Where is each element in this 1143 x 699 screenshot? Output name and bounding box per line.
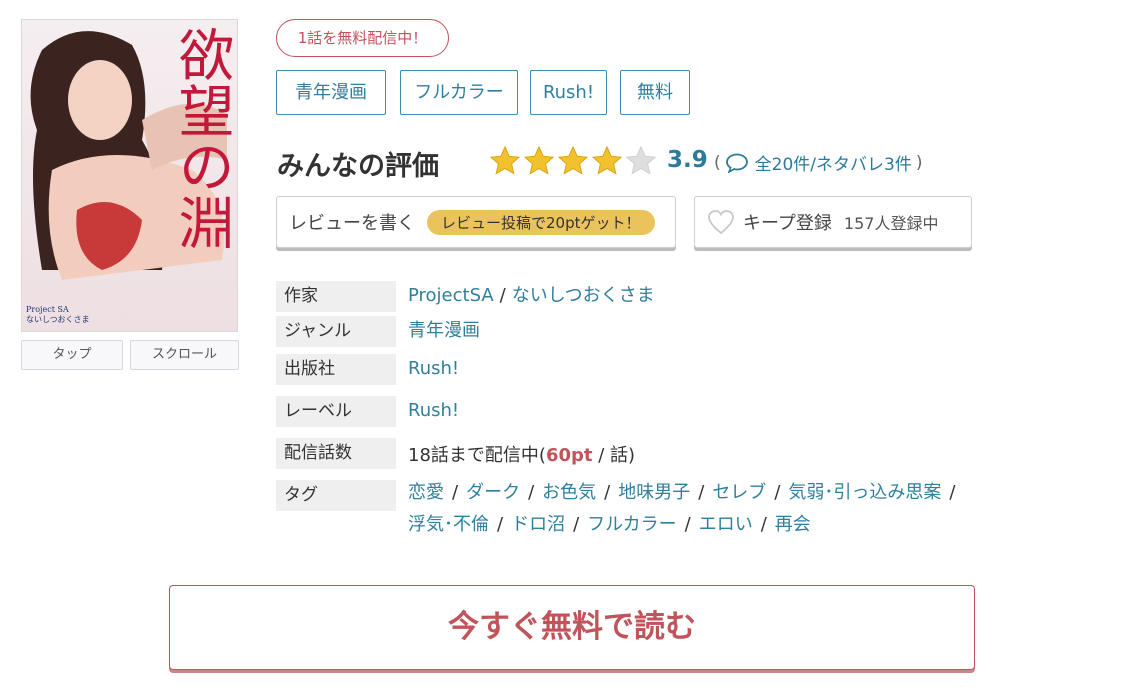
author-label: 作家 <box>276 281 396 312</box>
publisher-link[interactable]: Rush! <box>408 358 459 379</box>
author-value: ProjectSA / ないしつおくさま <box>408 281 655 307</box>
keep-button[interactable]: キープ登録 157人登録中 <box>694 196 972 248</box>
tap-view-button[interactable]: タップ <box>21 340 123 370</box>
write-review-button[interactable]: レビューを書く レビュー投稿で20ptゲット！ <box>276 196 676 248</box>
tag-rush[interactable]: Rush! <box>530 70 607 115</box>
review-count-link[interactable]: ( 全20件/ネタバレ3件 ) <box>710 150 926 176</box>
free-episode-badge: 1話を無料配信中！ <box>276 19 449 57</box>
cover-title: 欲望の淵 <box>169 26 234 250</box>
tag-seinen-manga[interactable]: 青年漫画 <box>276 70 386 115</box>
separator: / <box>573 514 580 535</box>
genre-link[interactable]: 青年漫画 <box>408 316 480 342</box>
rating-score: 3.9 <box>667 147 708 173</box>
cover-image[interactable]: 欲望の淵 Project SA ないしつおくさま <box>21 19 238 332</box>
genre-label: ジャンル <box>276 316 396 347</box>
separator: / <box>684 514 691 535</box>
separator: / <box>760 514 767 535</box>
episodes-value: 18話まで配信中(60pt / 話) <box>408 441 635 467</box>
read-free-now-button[interactable]: 今すぐ無料で読む <box>169 585 975 670</box>
separator: / <box>452 482 459 503</box>
speech-bubble-icon <box>725 153 748 173</box>
heart-icon <box>708 210 734 235</box>
keep-count: 157人登録中 <box>843 214 939 233</box>
separator: / <box>604 482 611 503</box>
separator: / <box>499 285 506 306</box>
author-link-2[interactable]: ないしつおくさま <box>512 285 655 306</box>
tag-link[interactable]: 恋愛 <box>408 482 444 503</box>
star-filled-icon <box>523 145 555 175</box>
rating-title: みんなの評価 <box>277 151 439 182</box>
tag-link[interactable]: エロい <box>699 514 753 535</box>
author-link-1[interactable]: ProjectSA <box>408 285 494 306</box>
label-link[interactable]: Rush! <box>408 400 459 421</box>
paren-close: ) <box>915 152 923 173</box>
cover-credit-line1: Project SA <box>26 305 69 314</box>
tags-line-1: 恋愛 / ダーク / お色気 / 地味男子 / セレブ / 気弱･引っ込み思案 / <box>408 478 963 504</box>
separator: / <box>774 482 781 503</box>
episodes-label: 配信話数 <box>276 438 396 469</box>
keep-label: キープ登録 <box>743 213 832 234</box>
cover-credit: Project SA ないしつおくさま <box>26 305 90 325</box>
episodes-prefix: 18話まで配信中( <box>408 445 546 466</box>
star-empty-icon <box>625 145 657 175</box>
star-filled-icon <box>489 145 521 175</box>
cover-credit-line2: ないしつおくさま <box>26 315 90 324</box>
tag-link[interactable]: ダーク <box>466 482 520 503</box>
paren-open: ( <box>714 152 721 173</box>
tag-link[interactable]: ドロ沼 <box>511 514 565 535</box>
separator: / <box>949 482 956 503</box>
separator: / <box>698 482 705 503</box>
write-review-label: レビューを書く <box>289 213 415 234</box>
publisher-label: 出版社 <box>276 354 396 385</box>
tag-link[interactable]: 再会 <box>775 514 811 535</box>
label-label: レーベル <box>276 396 396 427</box>
tag-link[interactable]: お色気 <box>542 482 596 503</box>
separator: / <box>497 514 504 535</box>
episodes-price: 60pt <box>545 445 593 466</box>
tags-label: タグ <box>276 480 396 511</box>
star-filled-icon <box>591 145 623 175</box>
tag-link[interactable]: 気弱･引っ込み思案 <box>788 482 941 503</box>
review-count-text: 全20件/ネタバレ3件 <box>754 155 912 175</box>
episodes-suffix: / 話) <box>592 445 636 466</box>
tag-link[interactable]: 地味男子 <box>618 482 690 503</box>
tag-link[interactable]: 浮気･不倫 <box>408 514 489 535</box>
scroll-view-button[interactable]: スクロール <box>130 340 239 370</box>
tags-line-2: 浮気･不倫 / ドロ沼 / フルカラー / エロい / 再会 <box>408 510 811 536</box>
star-rating <box>489 144 657 178</box>
tag-free[interactable]: 無料 <box>620 70 690 115</box>
tag-link[interactable]: セレブ <box>712 482 766 503</box>
star-filled-icon <box>557 145 589 175</box>
separator: / <box>528 482 535 503</box>
tag-full-color[interactable]: フルカラー <box>400 70 518 115</box>
tag-link[interactable]: フルカラー <box>587 514 676 535</box>
review-promo-badge: レビュー投稿で20ptゲット！ <box>427 209 655 235</box>
